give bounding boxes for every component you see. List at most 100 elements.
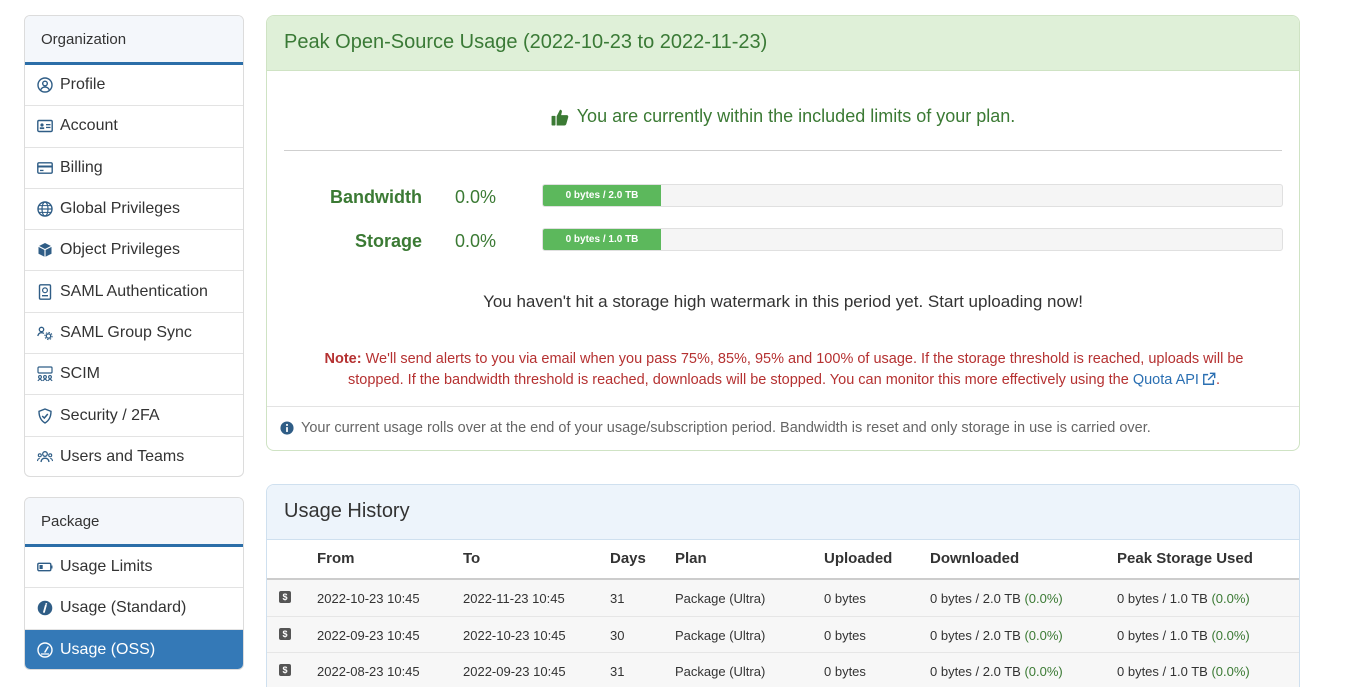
quota-api-link-text: Quota API <box>1132 372 1199 388</box>
thumbs-up-icon <box>551 109 569 125</box>
cell-plan: Package (Ultra) <box>675 627 766 643</box>
credit-card-icon <box>36 159 54 177</box>
column-header-from: From <box>317 550 355 567</box>
sidebar-item-saml-group-sync[interactable]: SAML Group Sync <box>25 313 243 355</box>
id-card-icon <box>36 117 54 135</box>
storage-value: 0 bytes / 1.0 TB <box>1117 627 1208 643</box>
cell-plan: Package (Ultra) <box>675 664 766 679</box>
cell-uploaded: 0 bytes <box>824 627 866 643</box>
sidebar-item-scim[interactable]: SCIM <box>25 354 243 396</box>
usage-history-panel: Usage History From To Days Plan Uploaded… <box>266 484 1300 687</box>
sidebar-item-saml-authentication[interactable]: SAML Authentication <box>25 271 243 313</box>
rollover-info-text: Your current usage rolls over at the end… <box>301 420 1151 436</box>
rollover-info: Your current usage rolls over at the end… <box>267 406 1299 450</box>
storage-progress-fill: 0 bytes / 1.0 TB <box>543 229 661 250</box>
storage-watermark-message: You haven't hit a storage high watermark… <box>483 292 1083 311</box>
sidebar-item-usage-standard[interactable]: Usage (Standard) <box>25 588 243 630</box>
cell-uploaded: 0 bytes <box>824 591 866 606</box>
cell-downloaded: 0 bytes / 2.0 TB (0.0%) <box>930 628 1063 643</box>
note-label: Note: <box>324 351 362 367</box>
globe-icon <box>36 200 54 218</box>
downloaded-percent: (0.0%) <box>1024 591 1063 606</box>
gauge-info-icon <box>36 599 54 617</box>
cell-to: 2022-11-23 10:45 <box>463 591 565 606</box>
downloaded-percent: (0.0%) <box>1024 664 1063 679</box>
organization-heading: Organization <box>25 16 243 65</box>
note-end: . <box>1215 372 1220 388</box>
passport-icon <box>36 283 54 301</box>
sidebar-item-label: Account <box>60 117 118 135</box>
user-circle-icon <box>36 76 54 94</box>
sidebar-item-label: Profile <box>60 76 106 94</box>
cell-from: 2022-09-23 10:45 <box>317 627 420 643</box>
table-row[interactable]: $ 2022-10-23 10:45 2022-11-23 10:45 31 P… <box>267 580 1299 617</box>
sidebar-item-label: SCIM <box>60 365 100 383</box>
column-header-days: Days <box>610 550 646 567</box>
downloaded-value: 0 bytes / 2.0 TB <box>930 627 1021 643</box>
sidebar-item-label: SAML Authentication <box>60 282 208 300</box>
sidebar-item-label: Users and Teams <box>60 448 185 466</box>
note-text: We'll send alerts to you via email when … <box>348 351 1244 388</box>
storage-progress-bar: 0 bytes / 1.0 TB <box>542 228 1283 251</box>
quota-api-link[interactable]: Quota API <box>1133 372 1216 388</box>
table-header: From To Days Plan Uploaded Downloaded Pe… <box>267 540 1299 580</box>
sidebar-item-usage-limits[interactable]: Usage Limits <box>25 547 243 589</box>
table-row[interactable]: $ 2022-08-23 10:45 2022-09-23 10:45 31 P… <box>267 653 1299 687</box>
info-icon <box>280 421 294 435</box>
dollar-icon: $ <box>279 591 291 603</box>
divider <box>284 150 1282 151</box>
cell-from: 2022-08-23 10:45 <box>317 664 420 679</box>
sidebar-item-label: Object Privileges <box>60 241 181 259</box>
sidebar-item-billing[interactable]: Billing <box>25 148 243 189</box>
cell-plan: Package (Ultra) <box>675 591 766 606</box>
downloaded-value: 0 bytes / 2.0 TB <box>930 591 1021 606</box>
downloaded-percent: (0.0%) <box>1024 627 1063 643</box>
network-users-icon <box>36 365 54 383</box>
storage-percent-cell: (0.0%) <box>1211 664 1250 679</box>
storage-percent: 0.0% <box>455 231 497 251</box>
cell-to: 2022-10-23 10:45 <box>463 627 566 643</box>
downloaded-value: 0 bytes / 2.0 TB <box>930 664 1021 679</box>
bandwidth-progress-fill: 0 bytes / 2.0 TB <box>543 185 661 206</box>
sidebar-item-account[interactable]: Account <box>25 106 243 148</box>
package-panel: Package Usage Limits Usage (Standard) Us… <box>24 497 244 670</box>
sidebar-item-users-and-teams[interactable]: Users and Teams <box>25 437 243 476</box>
plan-status: You are currently within the included li… <box>267 106 1299 127</box>
cell-storage: 0 bytes / 1.0 TB (0.0%) <box>1117 664 1250 679</box>
sidebar-item-global-privileges[interactable]: Global Privileges <box>25 189 243 231</box>
column-header-downloaded: Downloaded <box>930 550 1020 567</box>
organization-panel: Organization Profile Account Billing Glo… <box>24 15 244 477</box>
cell-days: 31 <box>610 591 625 606</box>
users-cog-icon <box>36 324 54 342</box>
cell-downloaded: 0 bytes / 2.0 TB (0.0%) <box>930 591 1063 606</box>
sidebar-item-label: Security / 2FA <box>60 406 160 424</box>
cell-from: 2022-10-23 10:45 <box>317 591 420 606</box>
cell-uploaded: 0 bytes <box>824 664 866 679</box>
column-header-plan: Plan <box>675 550 707 567</box>
sidebar-item-usage-oss[interactable]: Usage (OSS) <box>25 629 243 669</box>
battery-icon <box>36 558 54 576</box>
dollar-icon: $ <box>279 664 291 676</box>
peak-usage-panel: Peak Open-Source Usage (2022-10-23 to 20… <box>266 15 1300 451</box>
bandwidth-label: Bandwidth <box>330 187 422 207</box>
cell-storage: 0 bytes / 1.0 TB (0.0%) <box>1117 591 1250 606</box>
cube-icon <box>36 241 54 259</box>
cell-days: 30 <box>610 627 625 643</box>
storage-label: Storage <box>354 231 422 251</box>
sidebar-item-security-2fa[interactable]: Security / 2FA <box>25 395 243 437</box>
sidebar-item-profile[interactable]: Profile <box>25 65 243 107</box>
users-icon <box>36 448 54 466</box>
sidebar-item-object-privileges[interactable]: Object Privileges <box>25 230 243 272</box>
alert-note: Note: We'll send alerts to you via email… <box>297 349 1271 391</box>
storage-value: 0 bytes / 1.0 TB <box>1117 664 1208 679</box>
table-row[interactable]: $ 2022-09-23 10:45 2022-10-23 10:45 30 P… <box>267 616 1299 653</box>
sidebar-item-label: SAML Group Sync <box>60 323 192 341</box>
sidebar-item-label: Usage Limits <box>60 558 153 576</box>
sidebar-item-label: Usage (Standard) <box>60 599 187 617</box>
package-heading: Package <box>25 498 243 547</box>
plan-status-text: You are currently within the included li… <box>576 106 1016 126</box>
bandwidth-progress-bar: 0 bytes / 2.0 TB <box>542 184 1283 207</box>
storage-percent-cell: (0.0%) <box>1211 591 1250 606</box>
dollar-icon: $ <box>279 627 291 640</box>
column-header-to: To <box>463 550 481 567</box>
